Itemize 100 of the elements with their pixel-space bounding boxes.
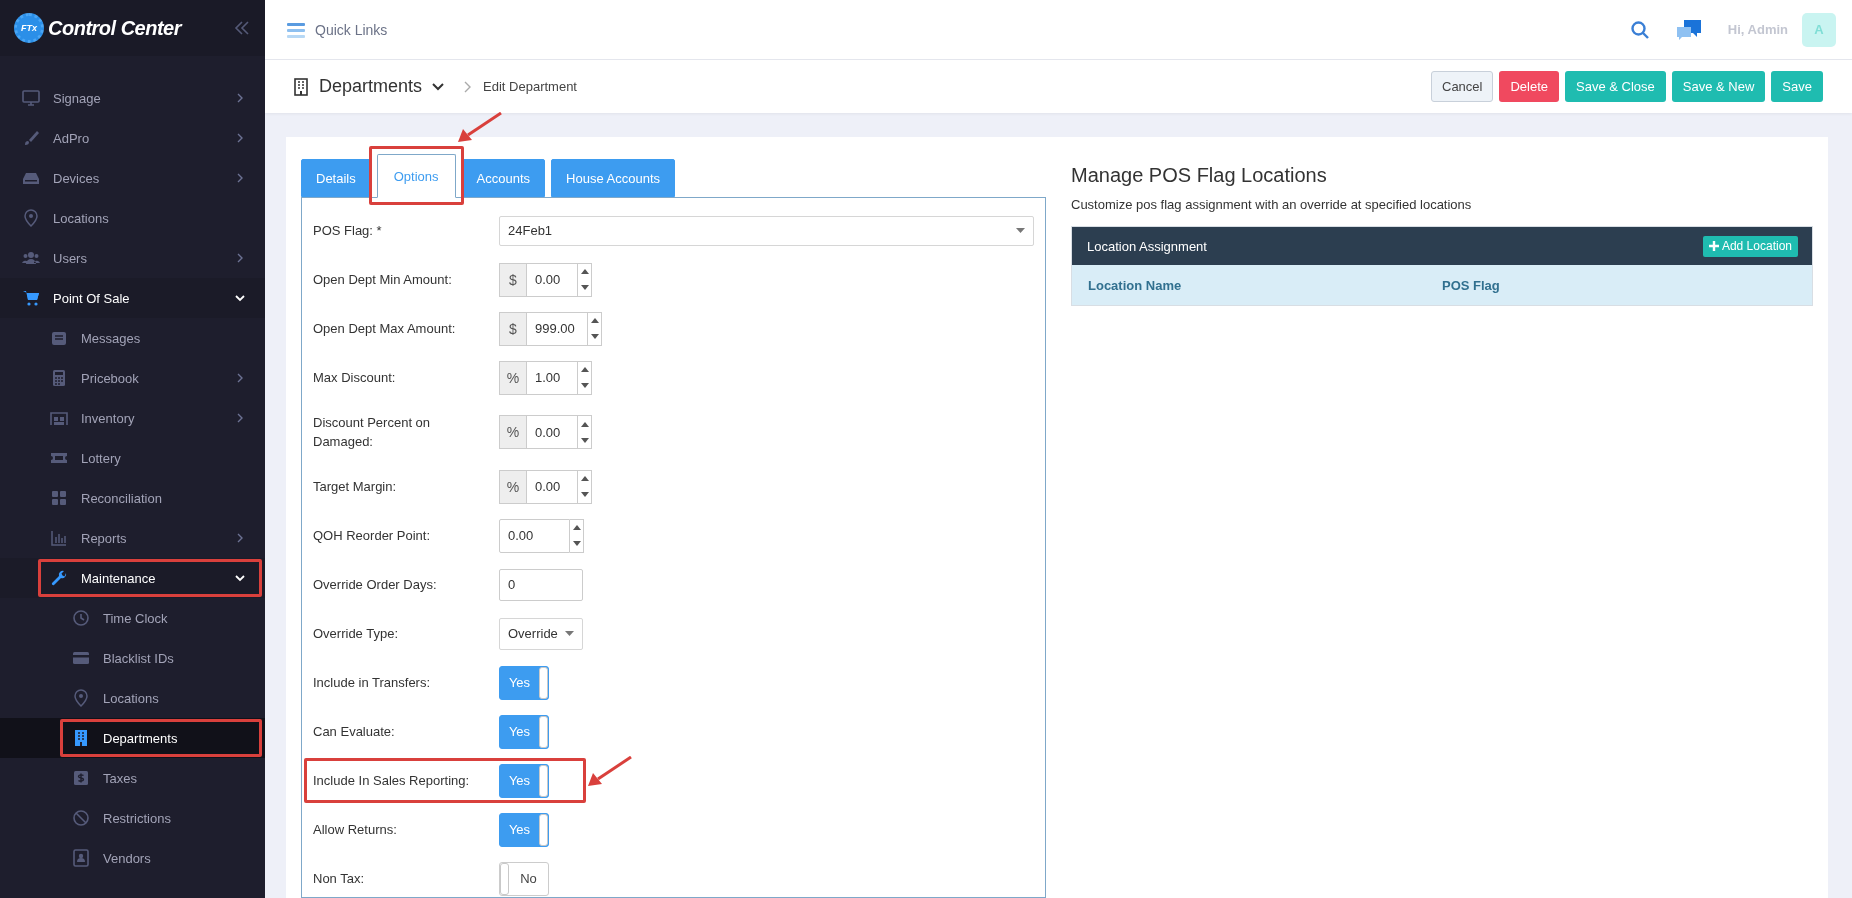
sidebar-item[interactable]: Vendors: [0, 838, 265, 878]
sidebar-item[interactable]: Users: [0, 238, 265, 278]
chevron-right-icon: [464, 80, 472, 93]
sidebar-item[interactable]: Restrictions: [0, 798, 265, 838]
select-field[interactable]: 24Feb1: [499, 215, 1034, 246]
chevron-down-icon[interactable]: [432, 82, 445, 91]
caret-down-icon: [1016, 228, 1025, 233]
bar-chart-icon: [50, 529, 68, 547]
caret-down-icon[interactable]: [572, 541, 581, 546]
double-chevron-left-icon[interactable]: [233, 20, 251, 36]
spinner-control[interactable]: [588, 311, 602, 346]
sidebar-item[interactable]: Maintenance: [0, 558, 265, 598]
sidebar-item[interactable]: Taxes: [0, 758, 265, 798]
quick-links-link[interactable]: Quick Links: [315, 21, 388, 38]
toggle-switch[interactable]: No: [499, 861, 549, 896]
search-icon[interactable]: [1629, 19, 1650, 40]
chevron-down-icon: [235, 293, 245, 303]
panel-description: Customize pos flag assignment with an override at specified locations: [1071, 197, 1473, 212]
sidebar-item[interactable]: AdPro: [0, 118, 265, 158]
caret-down-icon[interactable]: [580, 492, 589, 497]
spinner-control[interactable]: [578, 360, 592, 395]
spinner-control[interactable]: [578, 469, 592, 504]
unit-addon: %: [499, 360, 526, 395]
field-label: Override Type:: [312, 624, 400, 643]
number-input[interactable]: 0.00: [526, 415, 578, 449]
dollar-sign-icon: [72, 769, 90, 787]
chevron-right-icon: [235, 253, 245, 263]
caret-down-icon[interactable]: [580, 285, 589, 290]
sidebar-item[interactable]: Point Of Sale: [0, 278, 265, 318]
action-button[interactable]: Cancel: [1431, 71, 1494, 102]
sidebar-item[interactable]: Pricebook: [0, 358, 265, 398]
chat-bubbles-icon[interactable]: [1675, 18, 1702, 41]
logo-text: Control Center: [48, 16, 181, 40]
field-label: Include In Sales Reporting:: [312, 771, 471, 790]
sidebar-item[interactable]: Departments: [0, 718, 265, 758]
sidebar-item[interactable]: Devices: [0, 158, 265, 198]
number-input[interactable]: 0.00: [499, 518, 570, 553]
contact-card-icon: [72, 849, 90, 867]
warehouse-icon: [50, 409, 68, 427]
spinner-control[interactable]: [578, 415, 592, 449]
select-field[interactable]: Override: [499, 617, 583, 650]
caret-up-icon[interactable]: [580, 367, 589, 372]
spinner-control[interactable]: [570, 518, 584, 553]
caret-up-icon[interactable]: [590, 318, 599, 323]
caret-down-icon[interactable]: [580, 437, 589, 443]
unit-addon: $: [499, 311, 526, 346]
caret-up-icon[interactable]: [580, 476, 589, 481]
field-label: Discount Percent on Damaged:: [312, 413, 432, 451]
number-input[interactable]: 999.00: [526, 311, 588, 346]
field-label: QOH Reorder Point:: [312, 526, 432, 545]
caret-up-icon[interactable]: [572, 525, 581, 530]
number-input[interactable]: 0.00: [526, 262, 578, 297]
brush-icon: [22, 129, 40, 147]
menu-icon[interactable]: [287, 21, 305, 38]
chevron-right-icon: [235, 173, 245, 183]
field-label: Can Evaluate:: [312, 722, 396, 741]
field-label: Include in Transfers:: [312, 673, 432, 692]
breadcrumb-text: Edit Department: [483, 79, 577, 94]
sidebar-item[interactable]: Time Clock: [0, 598, 265, 638]
logo-badge: FTx: [14, 13, 44, 43]
plus-icon: [1708, 241, 1719, 251]
page-title: Departments: [319, 76, 423, 97]
sidebar-item[interactable]: Messages: [0, 318, 265, 358]
cart-icon: [22, 289, 40, 307]
caret-down-icon[interactable]: [580, 383, 589, 388]
column-header: Location Name: [1088, 277, 1183, 293]
chevron-right-icon: [235, 93, 245, 103]
sidebar-item[interactable]: Reports: [0, 518, 265, 558]
chevron-right-icon: [235, 373, 245, 383]
field-label: POS Flag: *: [312, 221, 383, 240]
chevron-right-icon: [235, 413, 245, 423]
field-label: Non Tax:: [312, 869, 366, 888]
spinner-control[interactable]: [578, 262, 592, 297]
inbox-icon: [50, 329, 68, 347]
caret-down-icon[interactable]: [590, 334, 599, 339]
grid-icon: [50, 489, 68, 507]
field-label: Max Discount:: [312, 368, 397, 387]
sidebar-item[interactable]: Reconciliation: [0, 478, 265, 518]
sidebar-item[interactable]: Blacklist IDs: [0, 638, 265, 678]
field-label: Open Dept Min Amount:: [312, 270, 453, 289]
number-input[interactable]: 1.00: [526, 360, 578, 395]
chevron-right-icon: [235, 533, 245, 543]
clock-icon: [72, 609, 90, 627]
sidebar-item[interactable]: Lottery: [0, 438, 265, 478]
text-input[interactable]: 0: [499, 568, 583, 601]
sidebar-item[interactable]: Signage: [0, 78, 265, 118]
wrench-icon: [50, 569, 68, 587]
map-pin-icon: [22, 209, 40, 227]
map-pin-icon: [72, 689, 90, 707]
caret-up-icon[interactable]: [580, 421, 589, 427]
sidebar-item[interactable]: Locations: [0, 678, 265, 718]
chevron-down-icon: [235, 573, 245, 583]
ban-icon: [72, 809, 90, 827]
sidebar-item[interactable]: Inventory: [0, 398, 265, 438]
calculator-icon: [50, 369, 68, 387]
number-input[interactable]: 0.00: [526, 469, 578, 504]
action-button[interactable]: Delete: [1499, 71, 1560, 102]
caret-down-icon: [565, 631, 574, 636]
caret-up-icon[interactable]: [580, 269, 589, 274]
sidebar-item[interactable]: Locations: [0, 198, 265, 238]
